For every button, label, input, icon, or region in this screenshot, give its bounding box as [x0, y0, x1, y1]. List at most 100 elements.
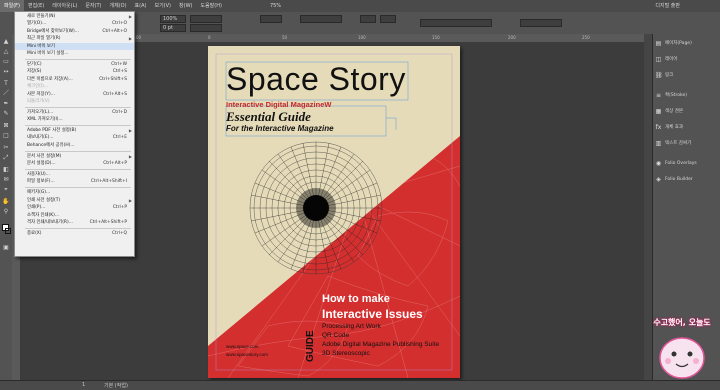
direct-selection-icon[interactable]: △: [2, 48, 10, 56]
cover-url-2: www.spacestory.com: [226, 352, 268, 357]
file-menu-item[interactable]: 문서 사전 설정(M) ▶: [15, 153, 134, 160]
fill-swatch[interactable]: [190, 15, 222, 23]
rectangle-tool-icon[interactable]: □: [2, 132, 10, 140]
guide-vertical-text: GUIDE: [305, 330, 316, 362]
panel-collapse-strip[interactable]: [644, 34, 652, 380]
note-tool-icon[interactable]: ✉: [2, 176, 10, 184]
submenu-arrow-icon: ▶: [128, 14, 132, 19]
gradient-icon[interactable]: ◧: [2, 166, 10, 174]
file-menu-dropdown: 새로 만들기(N) ▶ 열기(O)... Ctrl+O Bridge에서 찾아보기(…: [14, 11, 135, 257]
menu-help[interactable]: 도움말(H): [196, 0, 225, 12]
file-menu-item[interactable]: 닫기(C) Ctrl+W: [15, 61, 134, 68]
stroke-icon: ≡: [655, 91, 662, 99]
opacity-field[interactable]: [260, 15, 282, 23]
swatches-icon: ▦: [655, 107, 662, 115]
submenu-arrow-icon: ▶: [128, 36, 132, 42]
panel-layers[interactable]: ◫ 레이어: [655, 52, 719, 66]
file-menu-item[interactable]: 종료(X) Ctrl+Q: [15, 230, 134, 237]
line-tool-icon[interactable]: ／: [2, 90, 10, 98]
zoom-level[interactable]: 75%: [266, 0, 285, 12]
guide-subtitle: For the Interactive Magazine: [226, 124, 334, 133]
panel-stroke[interactable]: ≡ 획(Stroke): [655, 88, 719, 102]
file-menu-item[interactable]: 인쇄 사전 설정(T) ▶: [15, 197, 134, 204]
guide-item-4: 3D Stereoscopic: [322, 350, 370, 357]
panel-folio-builder[interactable]: ◈ Folio Builder: [655, 172, 719, 186]
selection-tool-icon[interactable]: ▲: [2, 38, 10, 46]
menu-separator: [25, 59, 131, 60]
free-transform-icon[interactable]: ⤢: [2, 154, 10, 162]
submenu-arrow-icon: ▶: [128, 153, 132, 159]
submenu-arrow-icon: ▶: [128, 197, 132, 203]
file-menu-item[interactable]: 새로 만들기(N) ▶: [15, 13, 134, 20]
type-tool-icon[interactable]: T: [2, 80, 10, 88]
file-menu-item[interactable]: 격자 인쇄/내보내기(R)... Ctrl+Alt+Shift+P: [15, 219, 134, 226]
guide-item-2: QR Code: [322, 332, 350, 339]
stroke-swatch[interactable]: [190, 24, 222, 32]
screen-mode-icon[interactable]: ▣: [2, 244, 10, 252]
file-menu-item[interactable]: XML 가져오기(I)...: [15, 116, 134, 123]
hand-tool-icon[interactable]: ✋: [2, 198, 10, 206]
status-bar: 1 기본 (작업): [0, 380, 720, 390]
file-menu-item: 체크인(I)...: [27, 84, 49, 90]
sticker-text: 수고했어, 오늘도: [653, 318, 711, 327]
effects-control[interactable]: [300, 15, 342, 23]
file-menu-item[interactable]: 열기(O)... Ctrl+O: [15, 20, 134, 27]
cover-url-1: www.space.com: [226, 344, 259, 349]
eyedropper-icon[interactable]: ⌖: [2, 186, 10, 194]
panel-folio-overlays[interactable]: ◉ Folio Overlays: [655, 156, 719, 170]
file-menu-item[interactable]: 가져오기(L)... Ctrl+D: [15, 109, 134, 116]
page-tool-icon[interactable]: ▭: [2, 58, 10, 66]
menu-view[interactable]: 보기(V): [150, 0, 175, 12]
text-wrap-icon: ▥: [655, 139, 662, 147]
gap-tool-icon[interactable]: ↔: [2, 68, 10, 76]
file-menu-item[interactable]: Mini 바이 보기: [15, 42, 134, 50]
pages-icon: ▤: [655, 39, 662, 47]
file-menu-item[interactable]: Mini 바이 보기 설정...: [15, 50, 134, 57]
zoom-field[interactable]: 100%: [160, 15, 186, 23]
menu-separator: [25, 150, 131, 152]
panel-swatches[interactable]: ▦ 색상 견본: [655, 104, 719, 118]
layers-icon: ◫: [655, 55, 662, 63]
panel-effects[interactable]: fx 개체 효과: [655, 120, 719, 134]
file-menu-item[interactable]: Adobe PDF 사전 설정(B) ▶: [15, 127, 134, 134]
file-menu-item[interactable]: 다른 이름으로 저장(A)... Ctrl+Shift+S: [15, 76, 134, 83]
file-menu-item[interactable]: 사본 저장(Y)... Ctrl+Alt+S: [15, 91, 134, 98]
rectangle-frame-icon[interactable]: ⊠: [2, 122, 10, 130]
how-to-line2: Interactive Issues: [322, 307, 423, 321]
frame-fitting-control[interactable]: [520, 19, 562, 27]
zoom-tool-icon[interactable]: ⚲: [2, 208, 10, 216]
file-menu-item[interactable]: 소책자 인쇄(K)...: [15, 212, 134, 219]
file-menu-item[interactable]: 최근 파일 열기(R) ▶: [15, 35, 134, 42]
file-menu-item[interactable]: 사용자(U)...: [15, 171, 134, 178]
menu-window[interactable]: 창(W): [175, 0, 196, 12]
file-menu-item[interactable]: 인쇄(P)... Ctrl+P: [15, 204, 134, 211]
status-text[interactable]: 기본 (작업): [104, 382, 128, 389]
file-menu-item[interactable]: Bridge에서 찾아보기(W)... Ctrl+Alt+O: [15, 28, 134, 35]
scissors-icon[interactable]: ✂: [2, 144, 10, 152]
submenu-arrow-icon: ▶: [128, 128, 132, 133]
stroke-color-icon[interactable]: [5, 228, 11, 234]
file-menu-item[interactable]: 저장(S) Ctrl+S: [15, 68, 134, 75]
stroke-field[interactable]: 0 pt: [160, 24, 186, 32]
file-menu-item[interactable]: 문서 설정(D)... Ctrl+Alt+P: [15, 160, 134, 167]
file-menu-item[interactable]: 내보내기(E)... Ctrl+E: [15, 134, 134, 141]
pen-tool-icon[interactable]: ✒: [2, 100, 10, 108]
panel-pages[interactable]: ▤ 페이지(Page): [655, 36, 719, 50]
align-button[interactable]: [360, 15, 376, 23]
distribute-button[interactable]: [380, 15, 396, 23]
pencil-tool-icon[interactable]: ✎: [2, 110, 10, 118]
style-dropdown[interactable]: [420, 19, 492, 27]
panel-text-wrap[interactable]: ▥ 텍스트 감싸기: [655, 136, 719, 150]
guide-item-1: Processing Art Work: [322, 323, 381, 330]
menu-separator: [25, 125, 131, 126]
folio-overlays-icon: ◉: [655, 159, 662, 167]
file-menu-item: 되돌리기(V): [27, 99, 50, 104]
indesign-window: 파일(F) 편집(E) 레이아웃(L) 문자(T) 개체(O) 표(A) 보기(…: [0, 0, 720, 390]
document-page[interactable]: Space Story Interactive Digital Magazine…: [208, 46, 460, 378]
file-menu-item[interactable]: 파일 정보(F)... Ctrl+Alt+Shift+I: [15, 178, 134, 185]
panel-links[interactable]: ⛓ 링크: [655, 68, 719, 82]
file-menu-item[interactable]: 패키지(G)...: [15, 189, 134, 196]
file-menu-item[interactable]: Behance에서 공유(H)...: [15, 142, 134, 149]
page-number[interactable]: 1: [82, 382, 85, 388]
workspace-switcher[interactable]: 디지털 출판: [651, 0, 684, 12]
